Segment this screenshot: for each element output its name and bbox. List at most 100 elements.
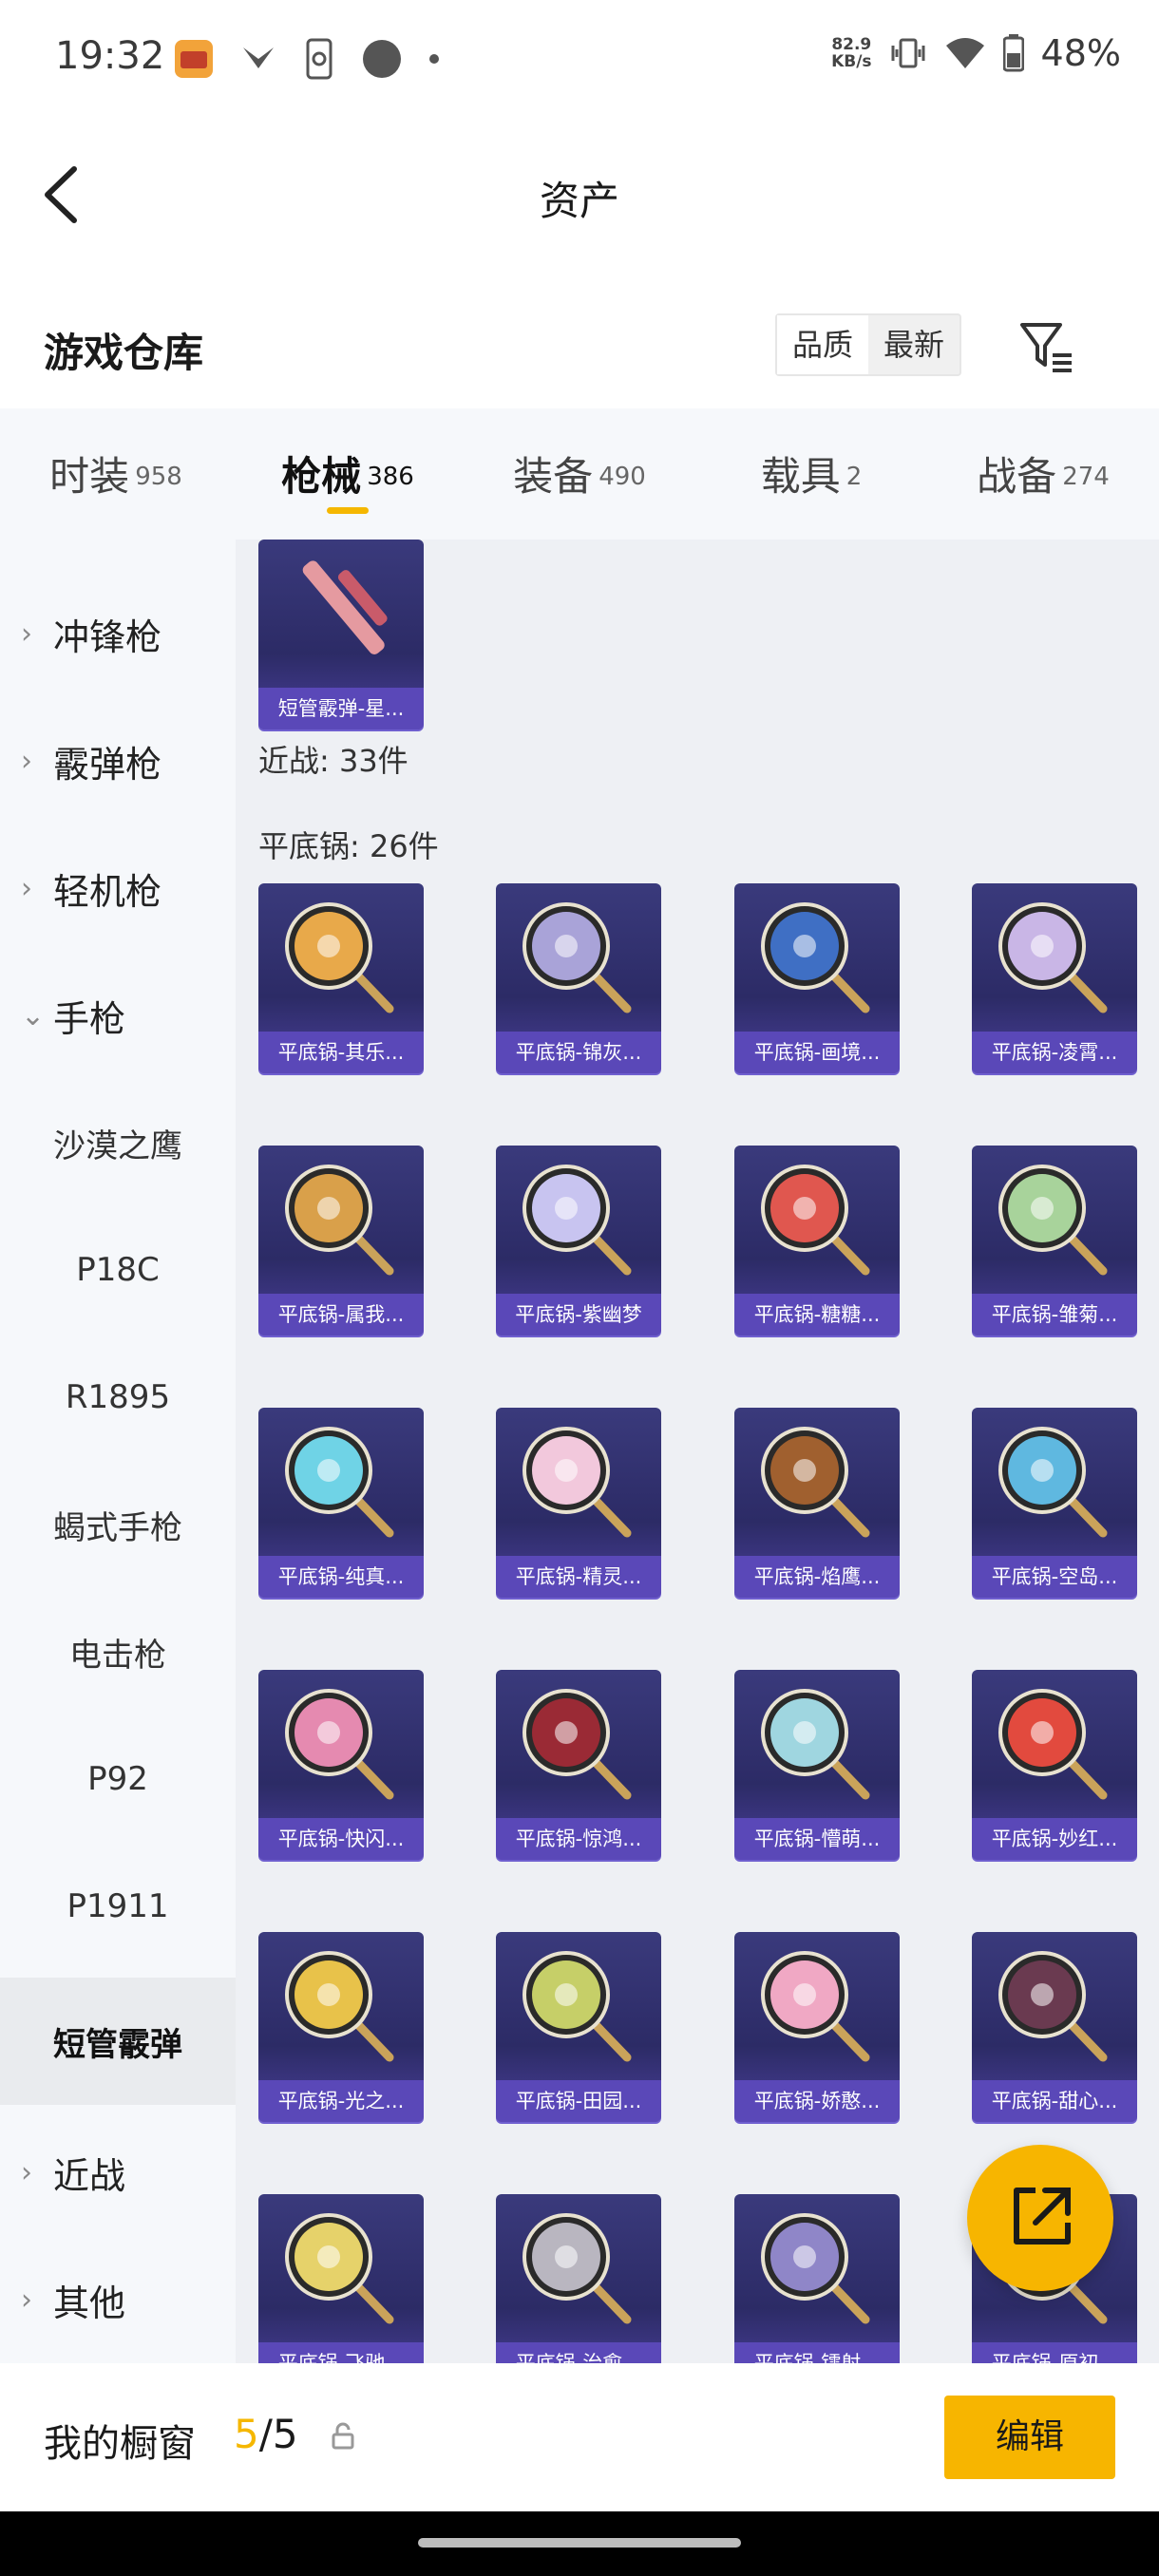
frying-pan-icon (522, 1951, 632, 2062)
item-name: 平底锅-属我... (258, 1294, 424, 1335)
sidebar-item-other[interactable]: › 其他 (0, 2236, 236, 2363)
sidebar-item-label: P18C (76, 1251, 160, 1289)
battery-percent: 48% (1040, 32, 1121, 74)
item-card-pan[interactable]: 平底锅-属我... (258, 1146, 424, 1335)
item-name: 平底锅-甜心... (972, 2080, 1137, 2122)
sidebar-item-label: 近战 (53, 2154, 126, 2197)
status-time: 19:32 (55, 34, 165, 78)
chevron-right-icon: › (21, 616, 32, 651)
chevron-right-icon: › (21, 871, 32, 905)
item-card-pan[interactable]: 平底锅-娇憨... (734, 1932, 900, 2122)
chevron-right-icon: › (21, 744, 32, 778)
sidebar-subitem-r1895[interactable]: R1895 (0, 1334, 236, 1461)
sidebar-item-pistol[interactable]: ⌄ 手枪 (0, 952, 236, 1079)
item-card-pan[interactable]: 平底锅-其乐... (258, 883, 424, 1073)
item-name: 平底锅-锦灰... (496, 1032, 661, 1073)
item-name: 平底锅-其乐... (258, 1032, 424, 1073)
item-card-pan[interactable]: 平底锅-飞驰... (258, 2194, 424, 2363)
frying-pan-icon (522, 1689, 632, 1800)
sort-latest[interactable]: 最新 (868, 315, 960, 374)
sidebar-subitem-desert-eagle[interactable]: 沙漠之鹰 (0, 1079, 236, 1206)
item-card-pan[interactable]: 平底锅-治愈... (496, 2194, 661, 2363)
item-card-pan[interactable]: 平底锅-光之... (258, 1932, 424, 2122)
sidebar-item-label: 短管霰弹 (53, 2025, 182, 2064)
item-name: 平底锅-娇憨... (734, 2080, 900, 2122)
sidebar-subitem-p1911[interactable]: P1911 (0, 1843, 236, 1970)
chevron-right-icon: › (21, 2155, 32, 2189)
battery-icon (1002, 34, 1024, 72)
sort-quality[interactable]: 品质 (777, 315, 869, 374)
showcase-bar: 我的橱窗 5/5 编辑 (0, 2363, 1159, 2511)
frying-pan-icon (285, 1427, 394, 1538)
item-name: 平底锅-飞驰... (258, 2342, 424, 2363)
item-card-pan[interactable]: 平底锅-焰鹰... (734, 1408, 900, 1598)
sidebar-item-label: 轻机枪 (53, 870, 162, 913)
external-link-icon (1014, 2188, 1071, 2245)
item-card-pan[interactable]: 平底锅-雏菊... (972, 1146, 1137, 1335)
item-name: 平底锅-快闪... (258, 1818, 424, 1860)
item-name: 平底锅-妙红... (972, 1818, 1137, 1860)
sidebar-item-lmg[interactable]: › 轻机枪 (0, 824, 236, 952)
item-card-pan[interactable]: 平底锅-懵萌... (734, 1670, 900, 1860)
item-card-pan[interactable]: 平底锅-凌霄... (972, 883, 1137, 1073)
item-name: 平底锅-紫幽梦 (496, 1294, 661, 1335)
tab-label: 载具 (760, 453, 841, 500)
item-card-pan[interactable]: 平底锅-空岛... (972, 1408, 1137, 1598)
item-name: 平底锅-精灵... (496, 1556, 661, 1598)
item-card-pan[interactable]: 平底锅-镭射... (734, 2194, 900, 2363)
item-name: 短管霰弹-星... (258, 688, 424, 729)
tab-equipment[interactable]: 装备 490 (464, 408, 695, 540)
app-root: 19:32 82.9 KB/s 48% 资产 游戏仓库 品质 最新 时装 958… (0, 0, 1159, 2576)
frying-pan-icon (761, 2213, 870, 2324)
sidebar-subitem-p18c[interactable]: P18C (0, 1206, 236, 1334)
weapon-sidebar: › 冲锋枪 › 霰弹枪 › 轻机枪 ⌄ 手枪 沙漠之鹰 P18C R1895 蝎式手枪 … (0, 540, 236, 2363)
item-card-pan[interactable]: 平底锅-锦灰... (496, 883, 661, 1073)
item-name: 平底锅-纯真... (258, 1556, 424, 1598)
item-card-pan[interactable]: 平底锅-田园... (496, 1932, 661, 2122)
dot-icon (428, 52, 441, 66)
melee-count-label: 近战: 33件 (258, 743, 408, 779)
tab-vehicles[interactable]: 载具 2 (695, 408, 927, 540)
filter-button[interactable] (1018, 317, 1075, 376)
frying-pan-icon (285, 2213, 394, 2324)
sidebar-subitem-stun-gun[interactable]: 电击枪 (0, 1588, 236, 1715)
edit-button[interactable]: 编辑 (944, 2396, 1115, 2479)
sidebar-item-shotgun[interactable]: › 霰弹枪 (0, 697, 236, 824)
sidebar-subitem-skorpion[interactable]: 蝎式手枪 (0, 1461, 236, 1588)
frying-pan-icon (285, 1951, 394, 2062)
item-card-shotgun[interactable]: 短管霰弹-星... (258, 540, 424, 729)
item-card-pan[interactable]: 平底锅-妙红... (972, 1670, 1137, 1860)
net-speed: 82.9 KB/s (831, 36, 871, 70)
showcase-total: /5 (258, 2411, 298, 2457)
item-name: 平底锅-治愈... (496, 2342, 661, 2363)
share-fab[interactable] (967, 2145, 1113, 2291)
item-card-pan[interactable]: 平底锅-纯真... (258, 1408, 424, 1598)
item-card-pan[interactable]: 平底锅-惊鸿... (496, 1670, 661, 1860)
tab-guns[interactable]: 枪械 386 (232, 408, 464, 540)
vibrate-icon (889, 36, 927, 70)
tab-label: 时装 (49, 453, 130, 500)
item-card-pan[interactable]: 平底锅-画境... (734, 883, 900, 1073)
phone-sync-icon (302, 38, 336, 80)
tab-fashion[interactable]: 时装 958 (0, 408, 232, 540)
item-card-pan[interactable]: 平底锅-糖糖... (734, 1146, 900, 1335)
item-card-pan[interactable]: 平底锅-紫幽梦 (496, 1146, 661, 1335)
item-card-pan[interactable]: 平底锅-快闪... (258, 1670, 424, 1860)
frying-pan-icon (522, 2213, 632, 2324)
home-gesture-handle[interactable] (418, 2538, 741, 2548)
tab-count: 490 (598, 462, 646, 491)
system-nav-bar (0, 2511, 1159, 2576)
game-app-icon (173, 38, 215, 80)
item-card-pan[interactable]: 平底锅-精灵... (496, 1408, 661, 1598)
sidebar-item-melee[interactable]: › 近战 (0, 2109, 236, 2236)
tab-label: 装备 (513, 453, 594, 500)
frying-pan-icon (998, 1689, 1108, 1800)
frying-pan-icon (998, 902, 1108, 1013)
item-name: 平底锅-田园... (496, 2080, 661, 2122)
item-card-pan[interactable]: 平底锅-甜心... (972, 1932, 1137, 2122)
sidebar-item-smg[interactable]: › 冲锋枪 (0, 570, 236, 697)
tab-supplies[interactable]: 战备 274 (927, 408, 1159, 540)
frying-pan-icon (998, 1951, 1108, 2062)
sidebar-subitem-sawed-off[interactable]: 短管霰弹 (0, 1978, 236, 2105)
sidebar-subitem-p92[interactable]: P92 (0, 1715, 236, 1843)
